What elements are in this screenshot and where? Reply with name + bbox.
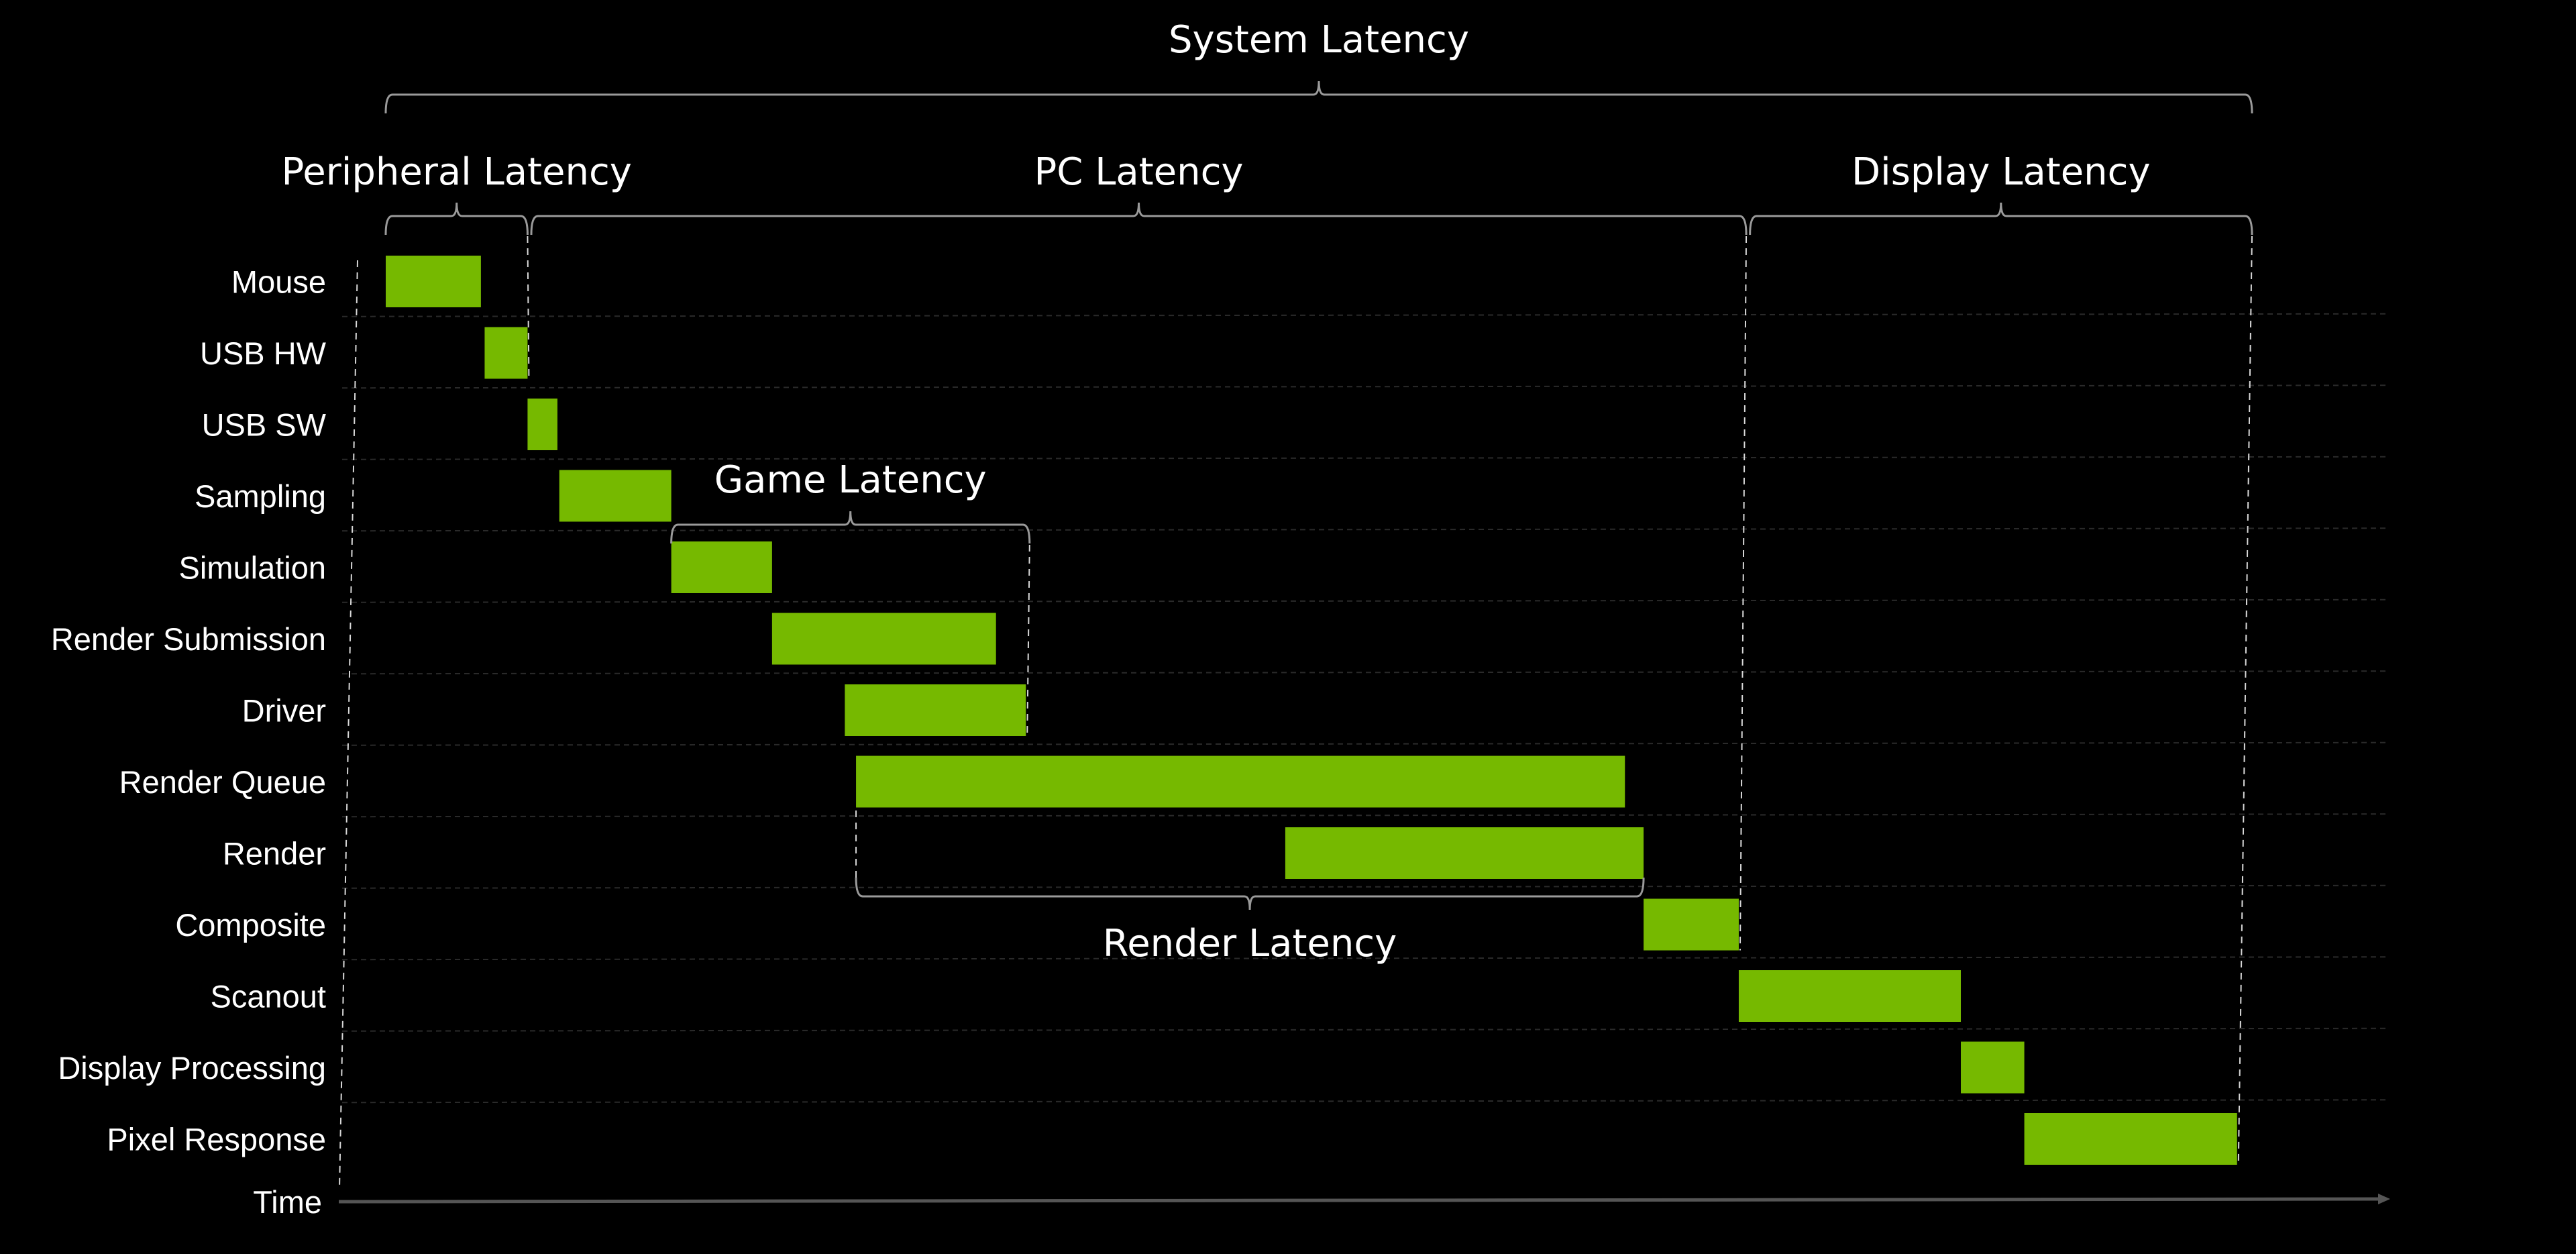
guide-pc-latency-end	[1739, 236, 1748, 951]
bracket-render-latency: Render Latency	[855, 877, 1645, 965]
label-render-submission: Render Submission	[51, 621, 326, 657]
time-arrow-icon	[2378, 1194, 2390, 1204]
bracket-peripheral-latency: Peripheral Latency	[282, 150, 632, 236]
bar-mouse	[386, 256, 481, 307]
bar-pixel-response	[2024, 1113, 2237, 1165]
bar-composite	[1644, 898, 1739, 951]
row-gridlines	[341, 313, 2387, 1104]
bracket-label-peripheral-latency: Peripheral Latency	[282, 150, 632, 194]
row-gridline	[341, 813, 2387, 818]
bar-display-processing	[1961, 1041, 2025, 1094]
bracket-label-game-latency: Game Latency	[714, 458, 987, 502]
brace-system-latency	[384, 81, 2253, 114]
bracket-label-render-latency: Render Latency	[1103, 922, 1397, 965]
row-gridline	[341, 527, 2387, 532]
row-gridline	[341, 598, 2387, 603]
bar-render-queue	[856, 755, 1625, 808]
label-render: Render	[223, 836, 326, 872]
latency-pipeline-chart: Mouse USB HW USB SW Sampling Simulation Rende…	[0, 0, 2576, 1254]
bracket-label-pc-latency: PC Latency	[1034, 150, 1244, 194]
row-gridline	[341, 456, 2387, 460]
guide-game-latency-end	[1026, 544, 1030, 737]
label-usb-sw: USB SW	[202, 407, 327, 443]
label-sampling: Sampling	[195, 478, 326, 514]
label-display-processing: Display Processing	[58, 1050, 326, 1086]
time-axis-label: Time	[253, 1184, 322, 1220]
label-simulation: Simulation	[179, 550, 326, 586]
bar-scanout	[1738, 970, 1962, 1022]
bar-render-submission	[771, 613, 996, 665]
brace-peripheral-latency	[384, 202, 529, 236]
label-pixel-response: Pixel Response	[107, 1122, 326, 1157]
brace-pc-latency	[530, 202, 1748, 236]
label-composite: Composite	[175, 907, 326, 943]
label-usb-hw: USB HW	[200, 335, 327, 371]
left-dashed-axis	[339, 260, 358, 1190]
row-gridline	[341, 1027, 2387, 1032]
bracket-guide-lines	[527, 236, 2253, 1165]
row-gridline	[341, 884, 2387, 889]
bracket-display-latency: Display Latency	[1749, 150, 2253, 236]
row-gridline	[341, 670, 2387, 675]
bar-driver	[845, 684, 1026, 736]
bar-simulation	[671, 541, 772, 593]
label-render-queue: Render Queue	[119, 764, 326, 800]
bar-usb-hw	[484, 327, 528, 379]
label-mouse: Mouse	[231, 264, 326, 300]
stage-labels: Mouse USB HW USB SW Sampling Simulation Rende…	[51, 264, 327, 1157]
label-scanout: Scanout	[211, 979, 326, 1014]
row-gridline	[341, 313, 2387, 317]
label-driver: Driver	[242, 693, 326, 729]
time-axis-line	[338, 1197, 2379, 1204]
brace-game-latency	[670, 511, 1031, 544]
brace-render-latency	[855, 877, 1645, 910]
bracket-label-display-latency: Display Latency	[1851, 150, 2151, 194]
bracket-pc-latency: PC Latency	[530, 150, 1748, 236]
bar-render	[1285, 827, 1644, 879]
row-gridline	[341, 1099, 2387, 1104]
bracket-system-latency: System Latency	[384, 18, 2253, 114]
row-gridline	[341, 741, 2387, 746]
row-gridline	[341, 384, 2387, 389]
guide-display-latency-end	[2237, 236, 2253, 1165]
bar-sampling	[559, 470, 672, 522]
time-axis: Time	[253, 260, 2390, 1220]
bracket-label-system-latency: System Latency	[1169, 18, 1469, 62]
guide-peripheral-latency-end	[527, 236, 530, 379]
bar-usb-sw	[527, 399, 557, 450]
brace-display-latency	[1749, 202, 2253, 236]
